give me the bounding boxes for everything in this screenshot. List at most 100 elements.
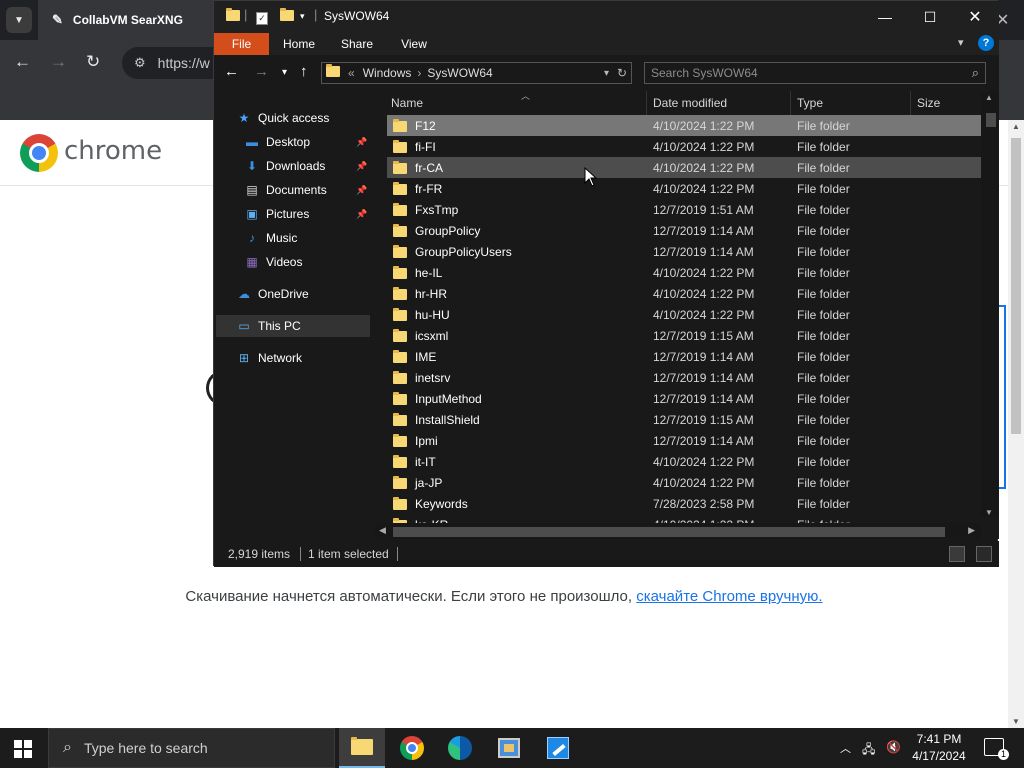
nav-quick-access[interactable]: ★ Quick access: [236, 107, 330, 129]
nav-onedrive[interactable]: ☁ OneDrive: [236, 283, 309, 305]
scroll-thumb[interactable]: [393, 527, 945, 537]
file-explorer-taskbar-icon[interactable]: [339, 728, 385, 768]
clock[interactable]: 7:41 PM 4/17/2024: [908, 731, 970, 765]
file-row[interactable]: FxsTmp 12/7/2019 1:51 AM File folder: [387, 199, 981, 220]
column-type[interactable]: Type: [791, 91, 911, 115]
download-icon: ⬇: [246, 159, 258, 173]
help-icon[interactable]: ?: [978, 35, 994, 51]
tab-search-button[interactable]: ▼: [6, 7, 32, 33]
scroll-down-icon[interactable]: ▼: [985, 508, 993, 517]
nav-network[interactable]: ⊞ Network: [236, 347, 302, 369]
recent-locations-icon[interactable]: ▾: [282, 67, 287, 78]
reload-icon[interactable]: ↻: [86, 52, 100, 72]
notifications-icon[interactable]: 1: [984, 738, 1009, 760]
chrome-taskbar-icon[interactable]: [389, 728, 435, 768]
volume-muted-icon[interactable]: 🔇: [886, 740, 901, 754]
list-horizontal-scrollbar[interactable]: ◀ ▶: [375, 523, 981, 539]
tab-share[interactable]: Share: [332, 33, 382, 55]
scroll-up-icon[interactable]: ▲: [985, 93, 993, 102]
file-row[interactable]: ja-JP 4/10/2024 1:22 PM File folder: [387, 472, 981, 493]
nav-pictures[interactable]: ▣ Pictures: [244, 203, 309, 225]
properties-icon[interactable]: ✓: [256, 9, 268, 25]
file-row[interactable]: Ipmi 12/7/2019 1:14 AM File folder: [387, 430, 981, 451]
search-input[interactable]: Search SysWOW64 ⌕: [644, 62, 986, 84]
up-arrow-icon[interactable]: ↑: [300, 63, 308, 80]
breadcrumb-windows[interactable]: Windows: [363, 66, 412, 80]
tab-file[interactable]: File: [214, 33, 269, 55]
scroll-left-icon[interactable]: ◀: [379, 525, 386, 536]
refresh-icon[interactable]: ↻: [617, 66, 627, 80]
file-row[interactable]: fr-CA 4/10/2024 1:22 PM File folder: [387, 157, 981, 178]
date-modified: 12/7/2019 1:14 AM: [653, 224, 754, 238]
large-icons-view-icon[interactable]: [976, 546, 992, 562]
page-scrollbar[interactable]: ▲ ▼: [1008, 120, 1024, 728]
videos-icon: ▦: [246, 255, 258, 269]
nav-desktop[interactable]: ▬ Desktop: [244, 131, 310, 153]
address-dropdown-icon[interactable]: ▾: [604, 68, 609, 79]
file-row[interactable]: GroupPolicy 12/7/2019 1:14 AM File folder: [387, 220, 981, 241]
nav-downloads[interactable]: ⬇ Downloads: [244, 155, 325, 177]
chrome-tab[interactable]: ✎ CollabVM SearXNG: [38, 0, 214, 40]
file-row[interactable]: hu-HU 4/10/2024 1:22 PM File folder: [387, 304, 981, 325]
manual-download-link[interactable]: скачайте Chrome вручную.: [636, 588, 822, 605]
scroll-thumb[interactable]: [986, 113, 996, 127]
nav-videos[interactable]: ▦ Videos: [244, 251, 302, 273]
file-row[interactable]: InstallShield 12/7/2019 1:15 AM File folde…: [387, 409, 981, 430]
details-view-icon[interactable]: [949, 546, 965, 562]
file-row[interactable]: fr-FR 4/10/2024 1:22 PM File folder: [387, 178, 981, 199]
column-name[interactable]: Name ︿: [385, 91, 647, 115]
control-panel-taskbar-icon[interactable]: [486, 728, 532, 768]
file-type: File folder: [797, 350, 850, 364]
file-row[interactable]: fi-FI 4/10/2024 1:22 PM File folder: [387, 136, 981, 157]
nav-music[interactable]: ♪ Music: [244, 227, 297, 249]
minimize-icon[interactable]: —: [862, 5, 908, 29]
breadcrumb-syswow64[interactable]: SysWOW64: [427, 66, 492, 80]
edge-taskbar-icon[interactable]: [437, 728, 483, 768]
network-status-icon[interactable]: 🖧: [862, 740, 875, 761]
back-arrow-icon[interactable]: ←: [224, 63, 239, 80]
scroll-up-icon[interactable]: ▲: [1012, 122, 1020, 131]
file-row[interactable]: F12 4/10/2024 1:22 PM File folder: [387, 115, 981, 136]
tab-home[interactable]: Home: [274, 33, 324, 55]
separator: [300, 547, 301, 561]
file-row[interactable]: hr-HR 4/10/2024 1:22 PM File folder: [387, 283, 981, 304]
taskbar-search-input[interactable]: ⌕ Type here to search: [48, 728, 335, 768]
forward-arrow-icon[interactable]: →: [50, 52, 67, 72]
scroll-thumb[interactable]: [1011, 138, 1021, 434]
expand-ribbon-icon[interactable]: ▾: [958, 36, 964, 49]
scroll-right-icon[interactable]: ▶: [968, 525, 975, 536]
file-name: Ipmi: [415, 434, 438, 448]
file-row[interactable]: Keywords 7/28/2023 2:58 PM File folder: [387, 493, 981, 514]
list-vertical-scrollbar[interactable]: ▲ ▼: [981, 91, 999, 517]
column-size[interactable]: Size: [911, 91, 981, 115]
file-row[interactable]: inetsrv 12/7/2019 1:14 AM File folder: [387, 367, 981, 388]
show-hidden-icons-icon[interactable]: ︿: [840, 740, 851, 756]
new-folder-icon[interactable]: [280, 8, 294, 24]
file-row[interactable]: GroupPolicyUsers 12/7/2019 1:14 AM File fo…: [387, 241, 981, 262]
column-label: Size: [917, 96, 941, 110]
file-row[interactable]: IME 12/7/2019 1:14 AM File folder: [387, 346, 981, 367]
file-row[interactable]: InputMethod 12/7/2019 1:14 AM File folder: [387, 388, 981, 409]
address-bar[interactable]: « Windows › SysWOW64 ▾ ↻: [321, 62, 632, 84]
file-name-cell: it-IT: [393, 454, 436, 469]
column-label: Date modified: [653, 96, 728, 110]
file-row[interactable]: icsxml 12/7/2019 1:15 AM File folder: [387, 325, 981, 346]
customize-qat-icon[interactable]: ▾: [300, 11, 305, 22]
back-arrow-icon[interactable]: ←: [14, 52, 31, 72]
column-date-modified[interactable]: Date modified: [647, 91, 791, 115]
file-row[interactable]: he-IL 4/10/2024 1:22 PM File folder: [387, 262, 981, 283]
windows-start-icon[interactable]: [14, 740, 32, 758]
breadcrumb-overflow[interactable]: «: [348, 66, 355, 80]
scroll-down-icon[interactable]: ▼: [1012, 717, 1020, 726]
nav-this-pc[interactable]: ▭ This PC: [216, 315, 370, 337]
explorer-titlebar: | ✓ ▾ | SysWOW64 — ☐ ✕: [214, 1, 999, 33]
file-name-cell: GroupPolicyUsers: [393, 244, 512, 259]
paint-taskbar-icon[interactable]: [535, 728, 581, 768]
forward-arrow-icon[interactable]: →: [254, 63, 269, 80]
file-row[interactable]: it-IT 4/10/2024 1:22 PM File folder: [387, 451, 981, 472]
tab-view[interactable]: View: [390, 33, 438, 55]
close-icon[interactable]: ✕: [952, 5, 998, 29]
selection-count: 1 item selected: [308, 547, 389, 561]
maximize-icon[interactable]: ☐: [907, 5, 953, 29]
nav-documents[interactable]: ▤ Documents: [244, 179, 326, 201]
